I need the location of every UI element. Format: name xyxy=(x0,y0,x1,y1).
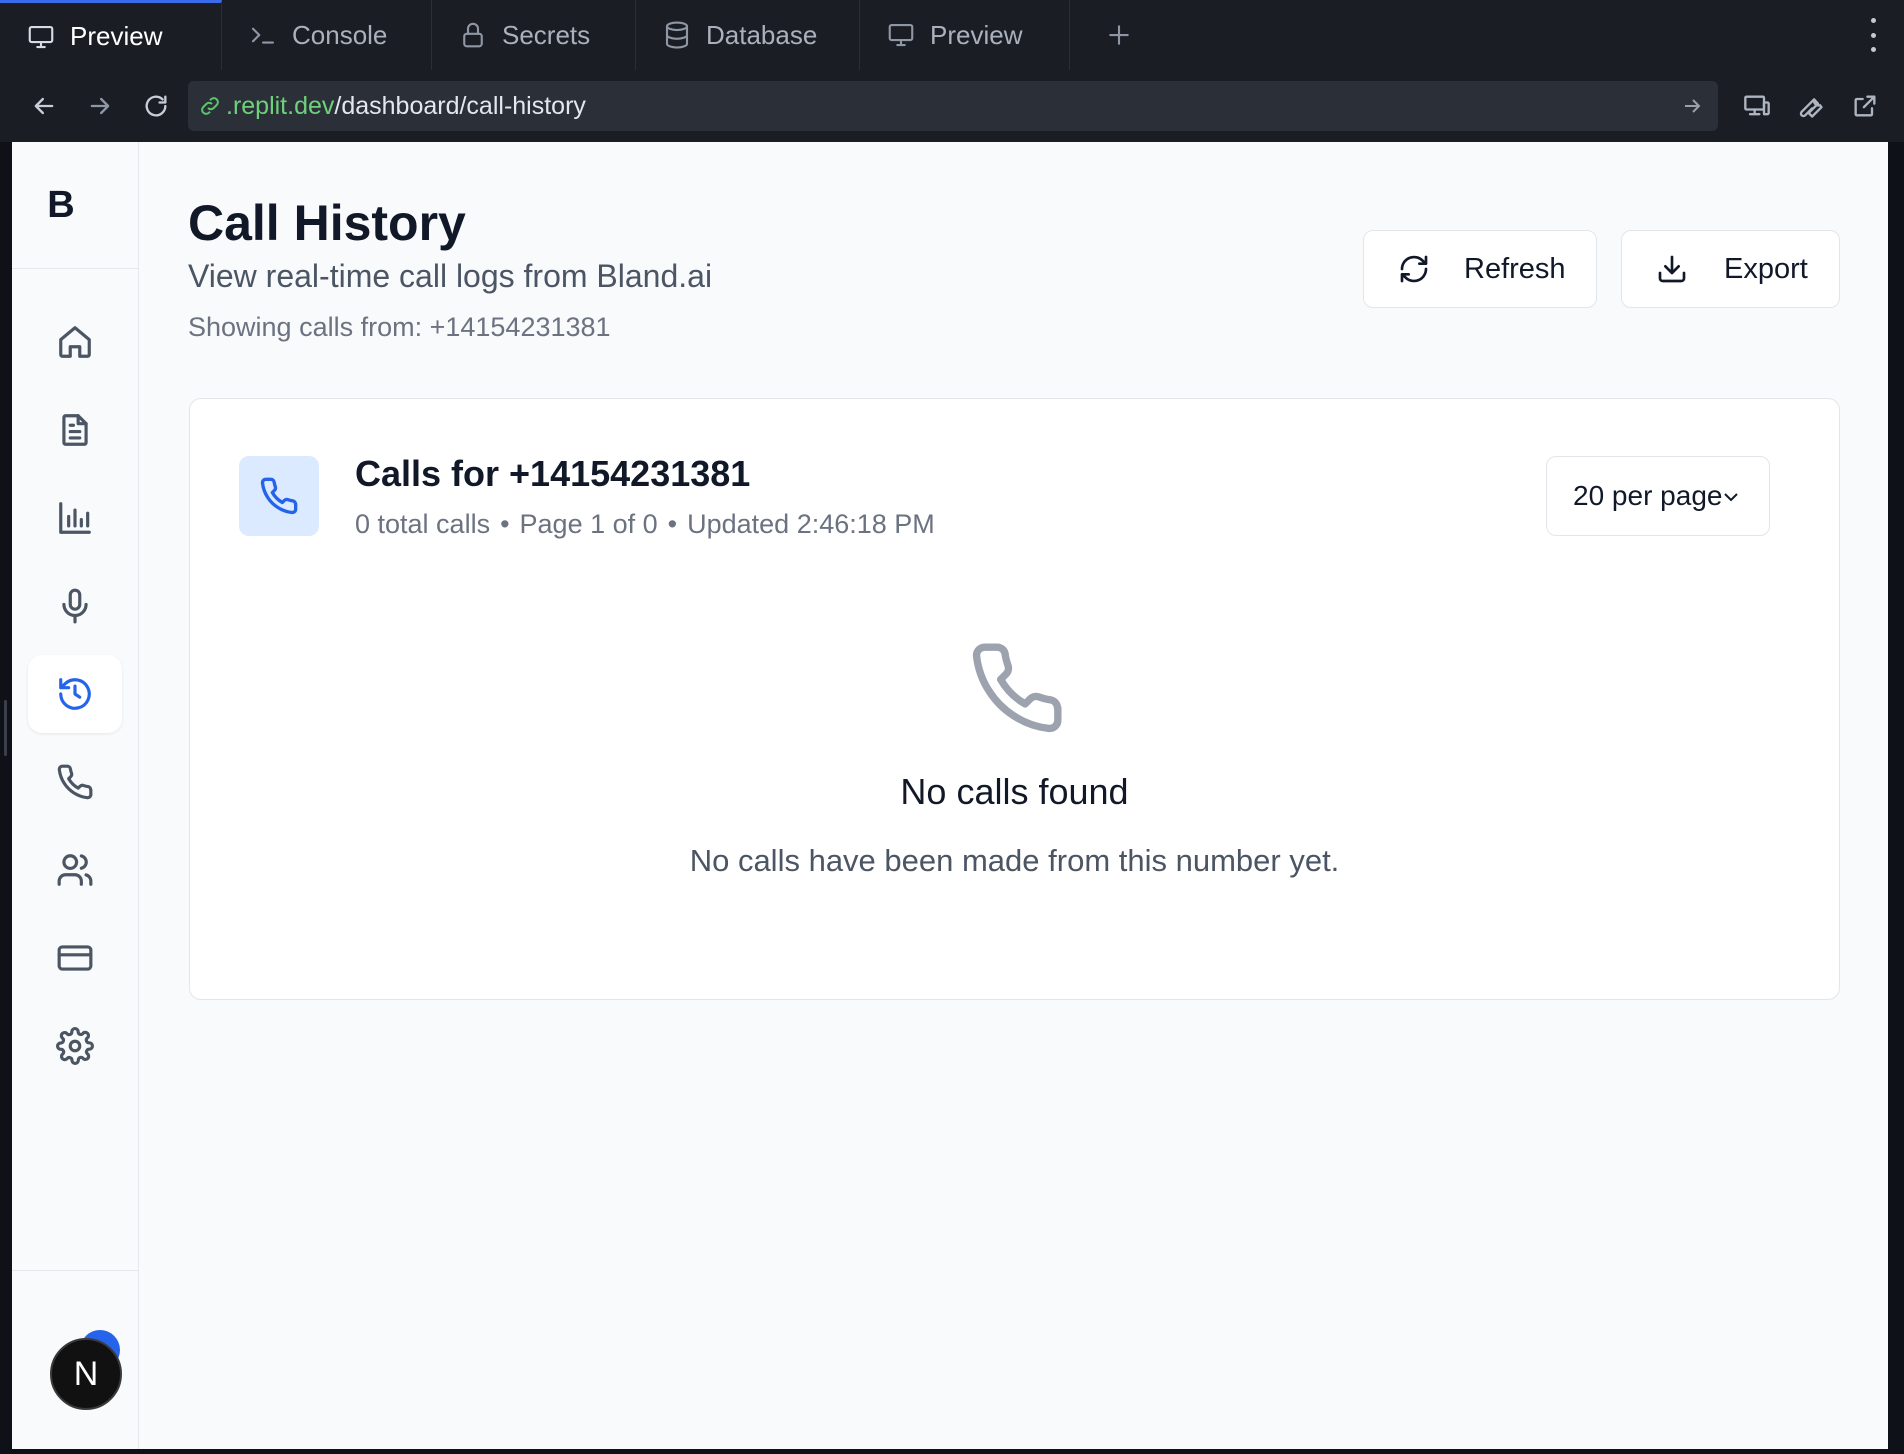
brand-logo[interactable]: B xyxy=(12,142,138,269)
empty-phone-icon xyxy=(968,639,1066,737)
tab-label: Preview xyxy=(70,21,163,51)
sidebar-item-voice[interactable] xyxy=(28,567,122,645)
arrow-left-icon xyxy=(34,97,54,115)
users-icon xyxy=(57,854,93,886)
updated-time: Updated 2:46:18 PM xyxy=(687,509,935,539)
wrench-icon xyxy=(1799,98,1823,118)
app-window: B N Call History View real-time call log… xyxy=(12,142,1888,1449)
separator: • xyxy=(667,509,678,539)
url-host: .replit.dev xyxy=(226,91,335,120)
plus-icon xyxy=(1109,25,1129,45)
tab-label: Console xyxy=(292,19,388,50)
sidebar-item-home[interactable] xyxy=(28,303,122,381)
empty-state-title: No calls found xyxy=(900,771,1129,812)
history-icon xyxy=(59,678,91,710)
monitor-icon xyxy=(888,23,914,47)
ide-tab-bar: Preview Console Secrets Database Preview xyxy=(0,0,1904,71)
separator: • xyxy=(500,509,510,539)
device-preview-button[interactable] xyxy=(1734,78,1780,134)
calls-card: Calls for +14154231381 0 total calls • Pag… xyxy=(189,398,1840,1000)
tab-database[interactable]: Database xyxy=(636,0,860,70)
tab-secrets[interactable]: Secrets xyxy=(432,0,636,70)
reload-button[interactable] xyxy=(128,78,184,134)
lock-icon xyxy=(463,22,483,48)
tab-preview[interactable]: Preview xyxy=(0,0,222,70)
avatar[interactable]: N xyxy=(50,1338,122,1410)
sidebar: B N xyxy=(12,142,139,1449)
chevron-down-icon xyxy=(1724,493,1738,502)
sidebar-divider xyxy=(12,1270,138,1271)
sidebar-item-call-history[interactable] xyxy=(28,655,122,733)
monitor-icon xyxy=(28,25,54,48)
back-button[interactable] xyxy=(16,78,72,134)
total-calls: 0 total calls xyxy=(355,509,491,539)
more-options-icon[interactable] xyxy=(1868,18,1878,52)
url-bar[interactable]: .replit.dev/dashboard/call-history xyxy=(188,81,1718,131)
refresh-label: Refresh xyxy=(1464,252,1566,285)
pane-resize-handle[interactable] xyxy=(4,700,7,756)
tab-console[interactable]: Console xyxy=(222,0,432,70)
sidebar-item-documents[interactable] xyxy=(28,391,122,469)
refresh-icon xyxy=(1400,255,1428,283)
new-tab-button[interactable] xyxy=(1070,0,1168,70)
card-title: Calls for +14154231381 xyxy=(355,453,751,494)
link-icon xyxy=(201,97,219,115)
devices-icon xyxy=(1744,95,1770,116)
sidebar-item-calls[interactable] xyxy=(28,743,122,821)
browser-tools xyxy=(1734,78,1888,134)
sidebar-item-analytics[interactable] xyxy=(28,479,122,557)
browser-toolbar: .replit.dev/dashboard/call-history xyxy=(0,70,1904,142)
external-link-icon xyxy=(1854,95,1876,117)
page-title: Call History xyxy=(188,195,466,251)
page-subtitle: View real-time call logs from Bland.ai xyxy=(188,258,713,294)
tab-preview-2[interactable]: Preview xyxy=(860,0,1070,70)
home-icon xyxy=(59,326,91,358)
empty-state-description: No calls have been made from this number… xyxy=(689,843,1340,878)
database-icon xyxy=(665,21,689,49)
showing-calls-from: Showing calls from: +14154231381 xyxy=(188,312,611,342)
tab-label: Database xyxy=(706,19,818,50)
phone-icon xyxy=(260,477,298,515)
user-menu[interactable]: N xyxy=(50,1330,130,1410)
sidebar-item-billing[interactable] xyxy=(28,919,122,997)
refresh-button[interactable]: Refresh xyxy=(1363,230,1597,308)
url-path: /dashboard/call-history xyxy=(334,91,586,120)
open-external-button[interactable] xyxy=(1842,78,1888,134)
bar-chart-icon xyxy=(59,502,91,534)
terminal-icon xyxy=(251,27,275,44)
per-page-select[interactable]: 20 per page xyxy=(1546,456,1770,536)
card-summary: 0 total calls • Page 1 of 0 • Updated 2:46:1… xyxy=(355,509,935,540)
per-page-value: 20 per page xyxy=(1573,480,1723,511)
phone-badge xyxy=(239,456,319,536)
arrow-right-icon xyxy=(90,97,110,115)
download-icon xyxy=(1658,255,1686,283)
forward-button[interactable] xyxy=(72,78,128,134)
devtools-button[interactable] xyxy=(1788,78,1834,134)
credit-card-icon xyxy=(57,945,93,971)
sidebar-item-contacts[interactable] xyxy=(28,831,122,909)
gear-icon xyxy=(56,1027,94,1065)
file-text-icon xyxy=(62,414,88,446)
page-info: Page 1 of 0 xyxy=(519,509,658,539)
export-button[interactable]: Export xyxy=(1621,230,1840,308)
tab-label: Secrets xyxy=(502,19,591,50)
reload-icon xyxy=(145,95,167,117)
tab-label: Preview xyxy=(930,19,1023,50)
sidebar-item-settings[interactable] xyxy=(28,1007,122,1085)
go-arrow-icon[interactable] xyxy=(1680,94,1704,118)
phone-icon xyxy=(57,764,93,800)
export-label: Export xyxy=(1724,252,1808,285)
microphone-icon xyxy=(62,588,88,624)
